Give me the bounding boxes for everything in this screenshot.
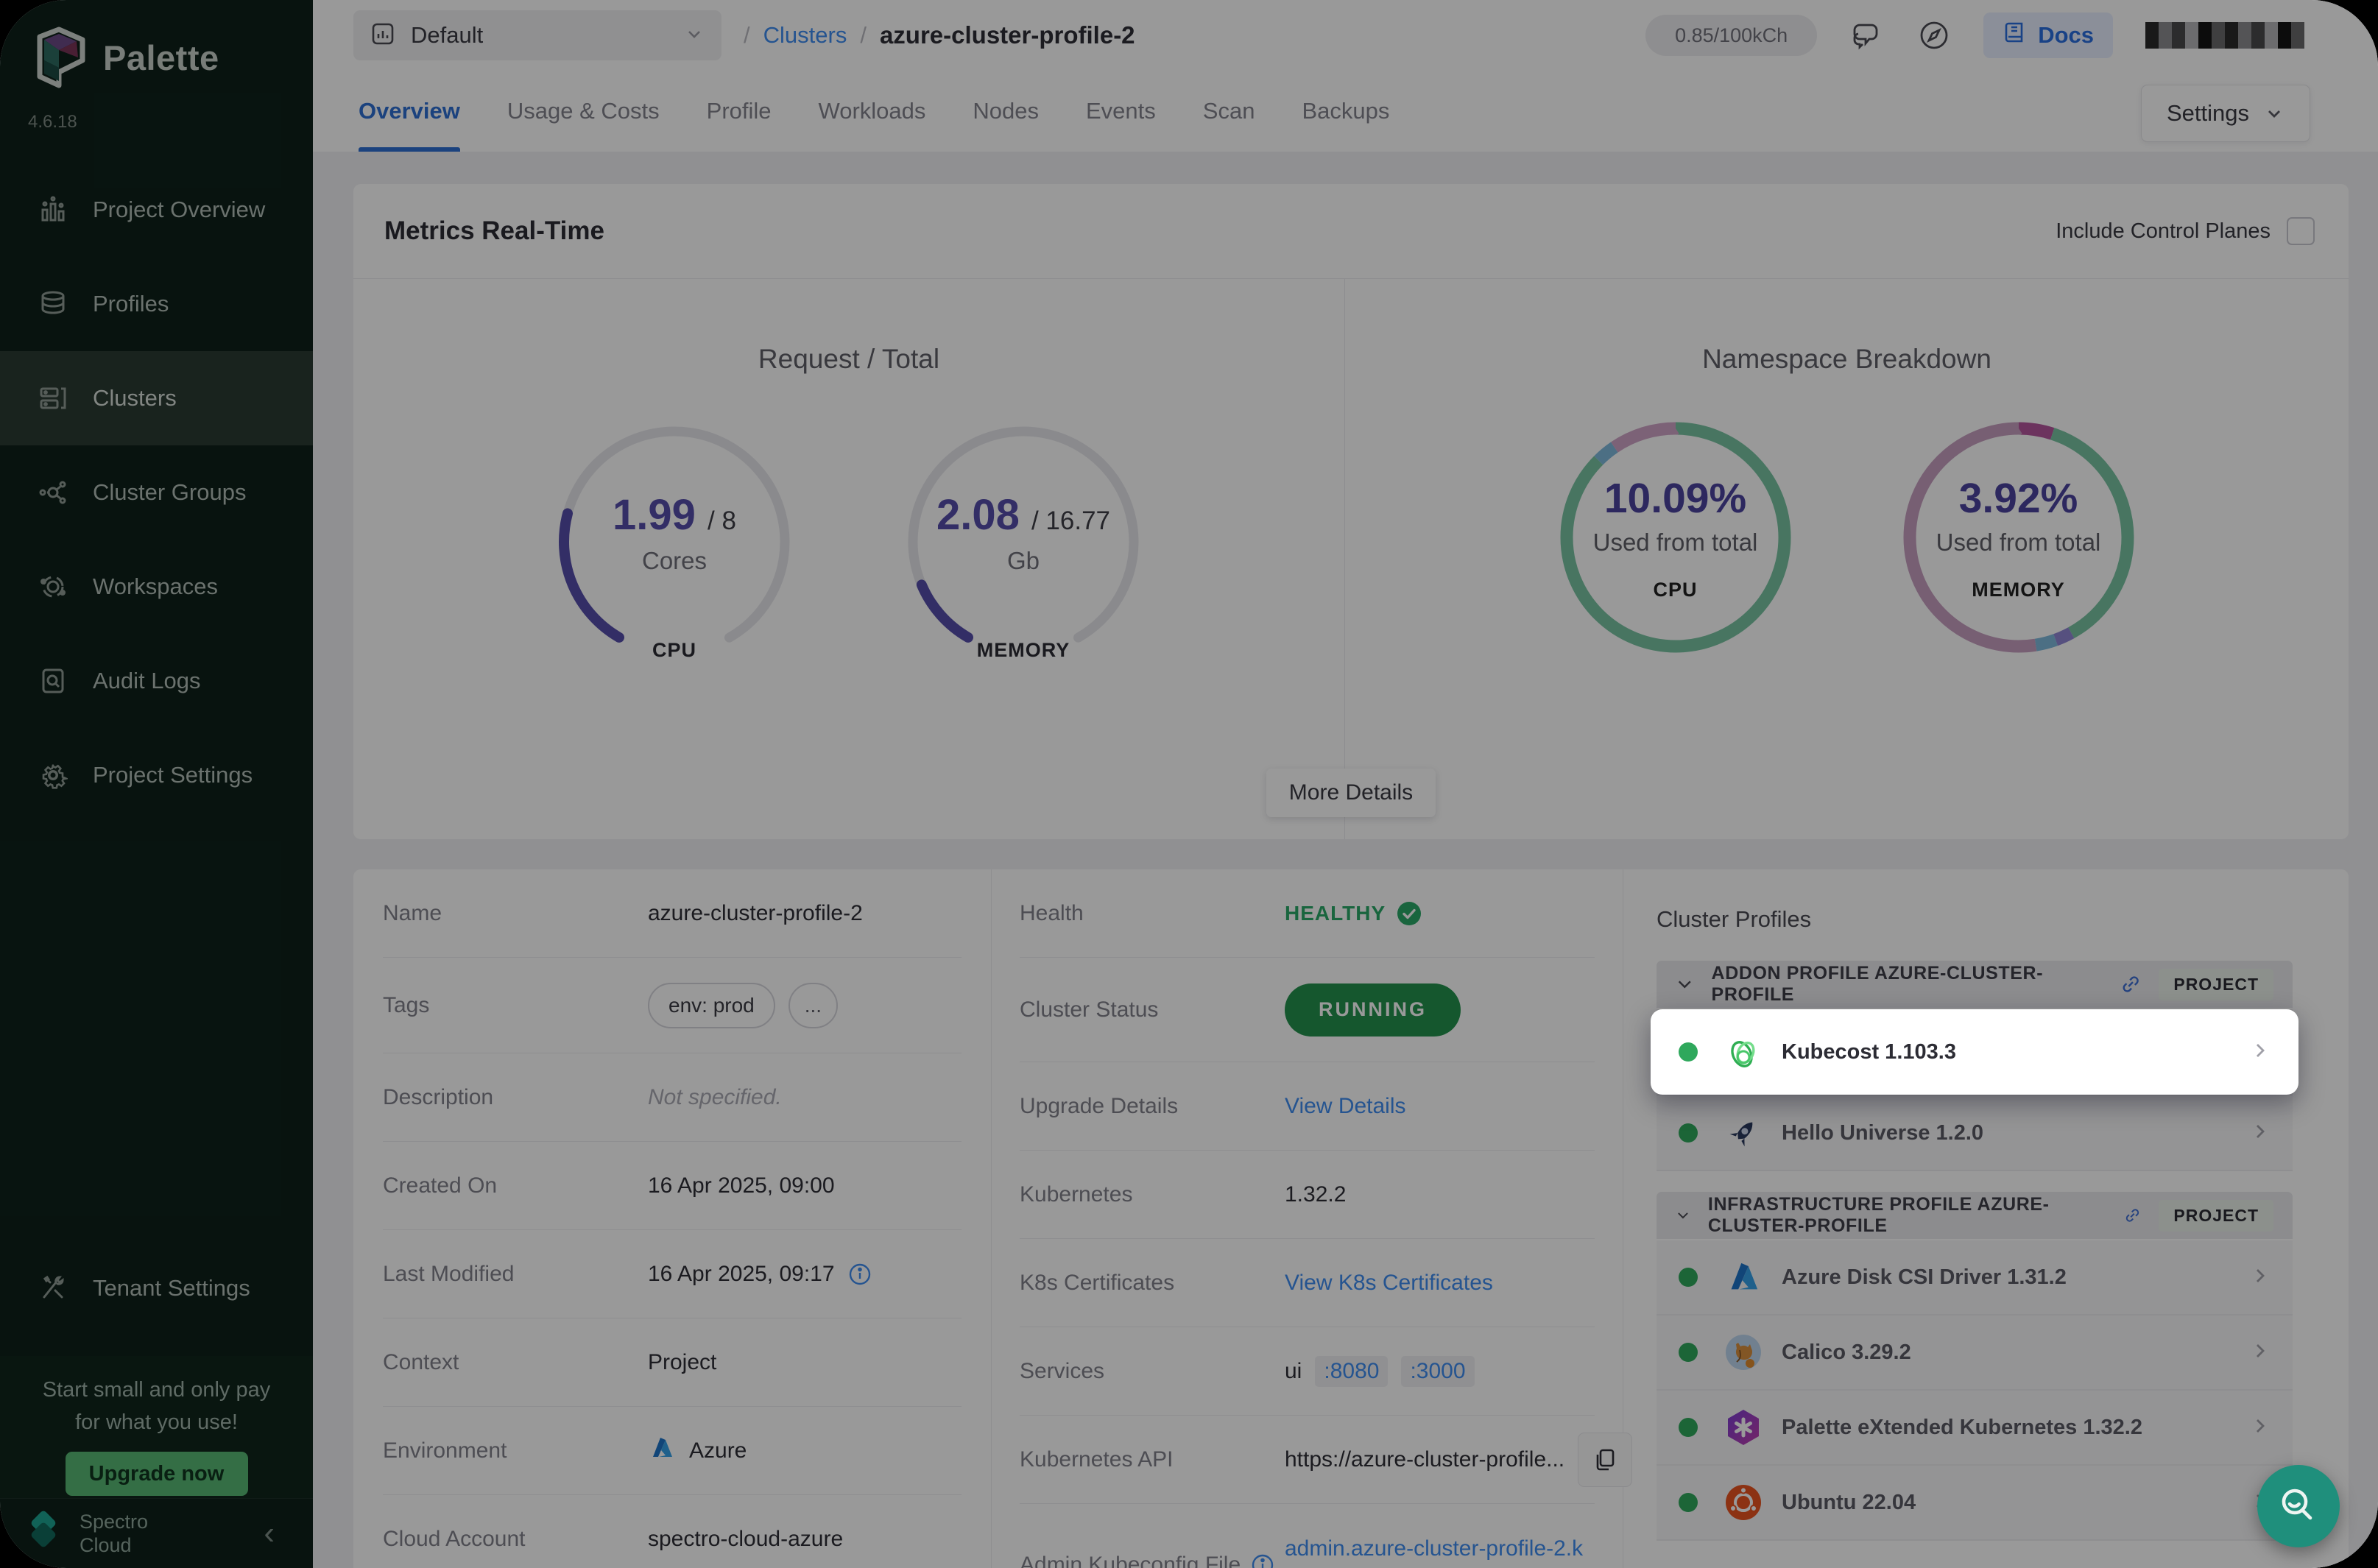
status-dot (1679, 1042, 1698, 1062)
search-smile-icon (2275, 1483, 2322, 1530)
profile-row-kubecost[interactable]: Kubecost 1.103.3 (1651, 1009, 2298, 1095)
chevron-right-icon (2250, 1040, 2271, 1064)
kubecost-logo (1723, 1031, 1764, 1073)
profile-name: Kubecost 1.103.3 (1782, 1040, 1956, 1064)
app-window: Palette 4.6.18 Project Overview Profiles… (0, 0, 2378, 1568)
search-fab-button[interactable] (2257, 1465, 2340, 1547)
tour-dim-overlay (0, 0, 2378, 1568)
